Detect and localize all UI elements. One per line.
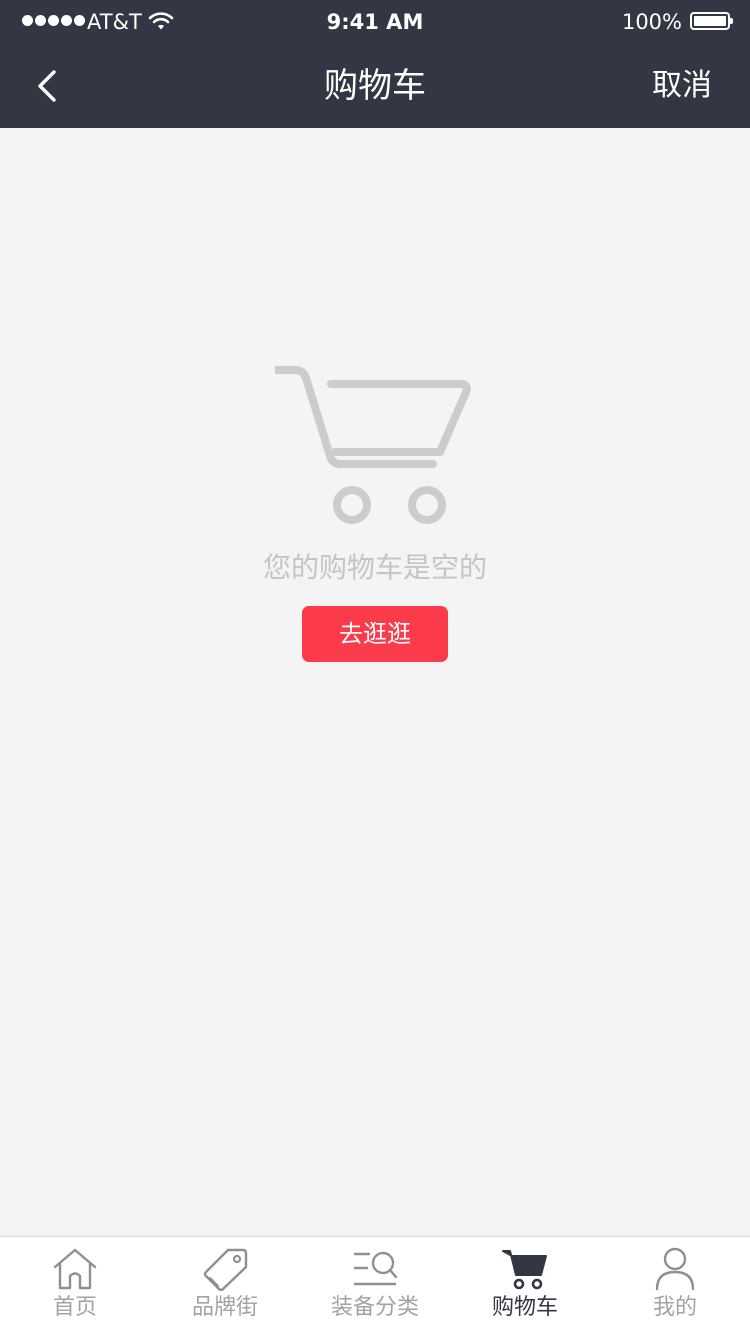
tab-bar: 首页 品牌街 装备分类 购物车 我的: [0, 1236, 750, 1334]
battery-icon: [690, 12, 733, 30]
home-icon: [53, 1248, 97, 1290]
empty-cart-icon: [275, 366, 471, 524]
page-title: 购物车: [324, 66, 426, 106]
empty-cart-message: 您的购物车是空的: [262, 551, 487, 584]
empty-cart-state: 您的购物车是空的 去逛逛: [0, 360, 750, 662]
tab-label-brand-street: 品牌街: [191, 1295, 258, 1320]
tab-brand-street[interactable]: 品牌街: [150, 1237, 300, 1334]
tab-label-gear-categories: 装备分类: [330, 1295, 419, 1320]
top-bar: AT&T 9:41 AM 100% 购物车 取消: [0, 0, 750, 128]
cart-icon: [502, 1250, 547, 1290]
tab-home[interactable]: 首页: [0, 1237, 150, 1334]
user-icon: [655, 1247, 695, 1291]
go-shopping-button[interactable]: 去逛逛: [302, 606, 448, 662]
tab-cart[interactable]: 购物车: [450, 1237, 600, 1334]
category-search-icon: [353, 1251, 398, 1286]
status-bar: AT&T 9:41 AM 100%: [0, 0, 750, 44]
tab-label-home: 首页: [52, 1295, 97, 1320]
battery-percentage: 100%: [621, 10, 682, 34]
tab-label-mine: 我的: [652, 1295, 697, 1320]
tab-label-cart: 购物车: [491, 1295, 558, 1320]
navigation-bar: 购物车 取消: [0, 44, 750, 128]
tag-icon: [203, 1248, 248, 1291]
cancel-button[interactable]: 取消: [652, 44, 712, 128]
tab-mine[interactable]: 我的: [600, 1237, 750, 1334]
tab-gear-categories[interactable]: 装备分类: [300, 1237, 450, 1334]
